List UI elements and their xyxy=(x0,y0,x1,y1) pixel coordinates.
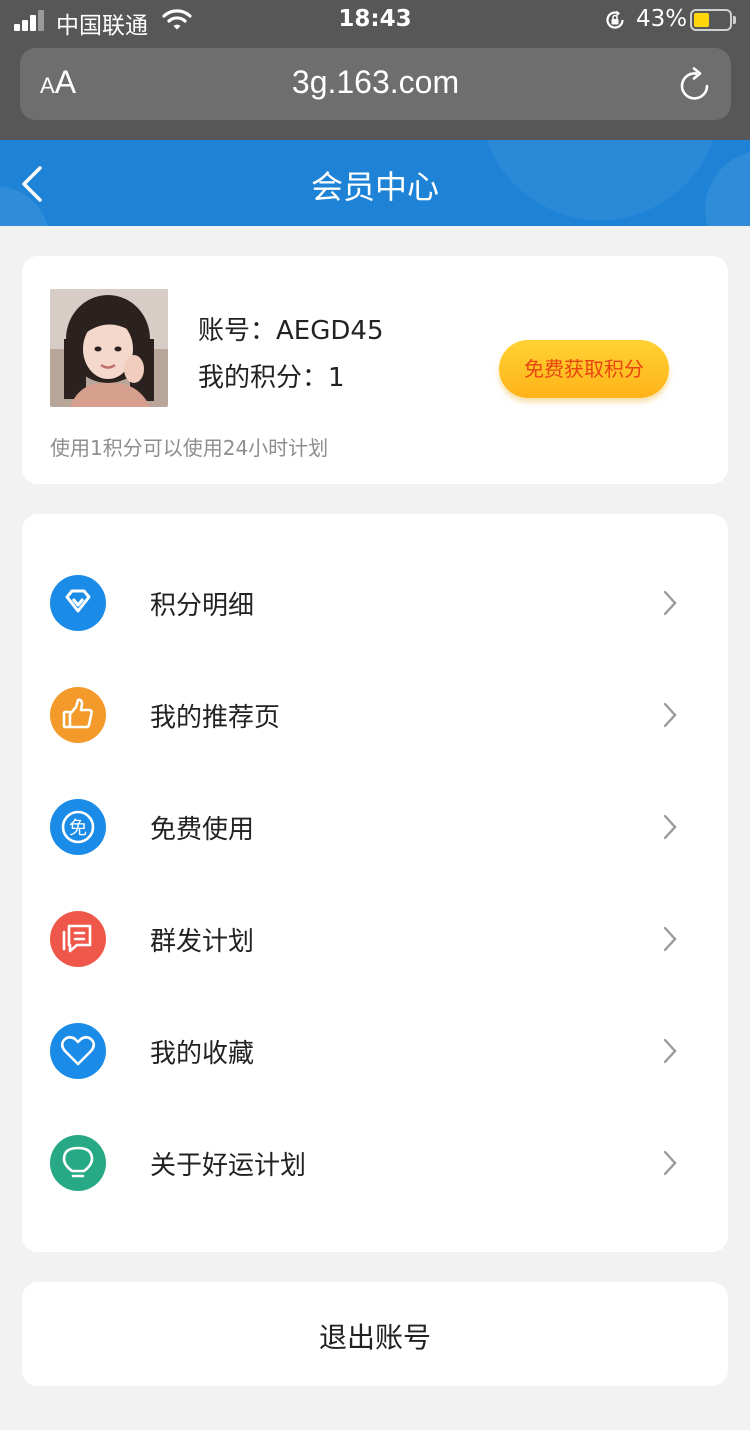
browser-top: 中国联通 18:43 43% AA 3g.163.com xyxy=(0,0,750,140)
chevron-right-icon xyxy=(663,1038,677,1064)
reload-icon[interactable] xyxy=(679,66,713,102)
chevron-right-icon xyxy=(663,1150,677,1176)
points-hint: 使用1积分可以使用24小时计划 xyxy=(50,436,329,460)
menu-card: 积分明细 我的推荐页 免 免费使用 群发计划 我的收藏 关于好运计划 xyxy=(22,514,728,1252)
svg-text:免: 免 xyxy=(69,818,87,839)
chevron-right-icon xyxy=(663,702,677,728)
menu-item-mass-send-plan[interactable]: 群发计划 xyxy=(22,883,728,995)
get-free-points-button[interactable]: 免费获取积分 xyxy=(499,340,669,398)
menu-item-label: 我的推荐页 xyxy=(150,703,281,733)
logout-label: 退出账号 xyxy=(318,1321,431,1354)
menu-item-label: 关于好运计划 xyxy=(150,1151,307,1181)
account-value: AEGD45 xyxy=(276,316,384,346)
address-bar[interactable]: AA 3g.163.com xyxy=(20,48,731,120)
menu-item-label: 免费使用 xyxy=(150,815,255,845)
diamond-icon xyxy=(50,575,106,631)
heart-icon xyxy=(50,1023,106,1079)
menu-item-points-detail[interactable]: 积分明细 xyxy=(22,547,728,659)
message-icon xyxy=(50,911,106,967)
battery-icon xyxy=(690,9,736,31)
menu-item-favorites[interactable]: 我的收藏 xyxy=(22,995,728,1107)
chevron-right-icon xyxy=(663,814,677,840)
free-badge-icon: 免 xyxy=(50,799,106,855)
account-label: 账号： xyxy=(198,316,277,346)
profile-card: 账号：AEGD45 我的积分：1 免费获取积分 使用1积分可以使用24小时计划 xyxy=(22,256,728,484)
logout-button[interactable]: 退出账号 xyxy=(22,1282,728,1386)
avatar[interactable] xyxy=(50,289,168,407)
menu-item-about-lucky-plan[interactable]: 关于好运计划 xyxy=(22,1107,728,1219)
menu-item-free-use[interactable]: 免 免费使用 xyxy=(22,771,728,883)
chevron-right-icon xyxy=(663,590,677,616)
points-line: 我的积分：1 xyxy=(198,357,345,394)
status-bar: 中国联通 18:43 43% xyxy=(0,0,750,40)
url-text[interactable]: 3g.163.com xyxy=(20,64,731,101)
chevron-right-icon xyxy=(663,926,677,952)
account-line: 账号：AEGD45 xyxy=(198,310,383,347)
lightbulb-icon xyxy=(50,1135,106,1191)
menu-item-label: 积分明细 xyxy=(150,591,255,621)
points-label: 我的积分： xyxy=(198,363,329,393)
menu-item-label: 我的收藏 xyxy=(150,1039,255,1069)
rotation-lock-icon xyxy=(606,10,624,29)
points-value: 1 xyxy=(328,363,345,393)
thumbs-up-icon xyxy=(50,687,106,743)
menu-item-label: 群发计划 xyxy=(150,927,255,957)
battery-percent: 43% xyxy=(636,6,688,32)
page-title: 会员中心 xyxy=(310,168,439,206)
app-header: 会员中心 xyxy=(0,140,750,226)
menu-item-my-recommendation[interactable]: 我的推荐页 xyxy=(22,659,728,771)
